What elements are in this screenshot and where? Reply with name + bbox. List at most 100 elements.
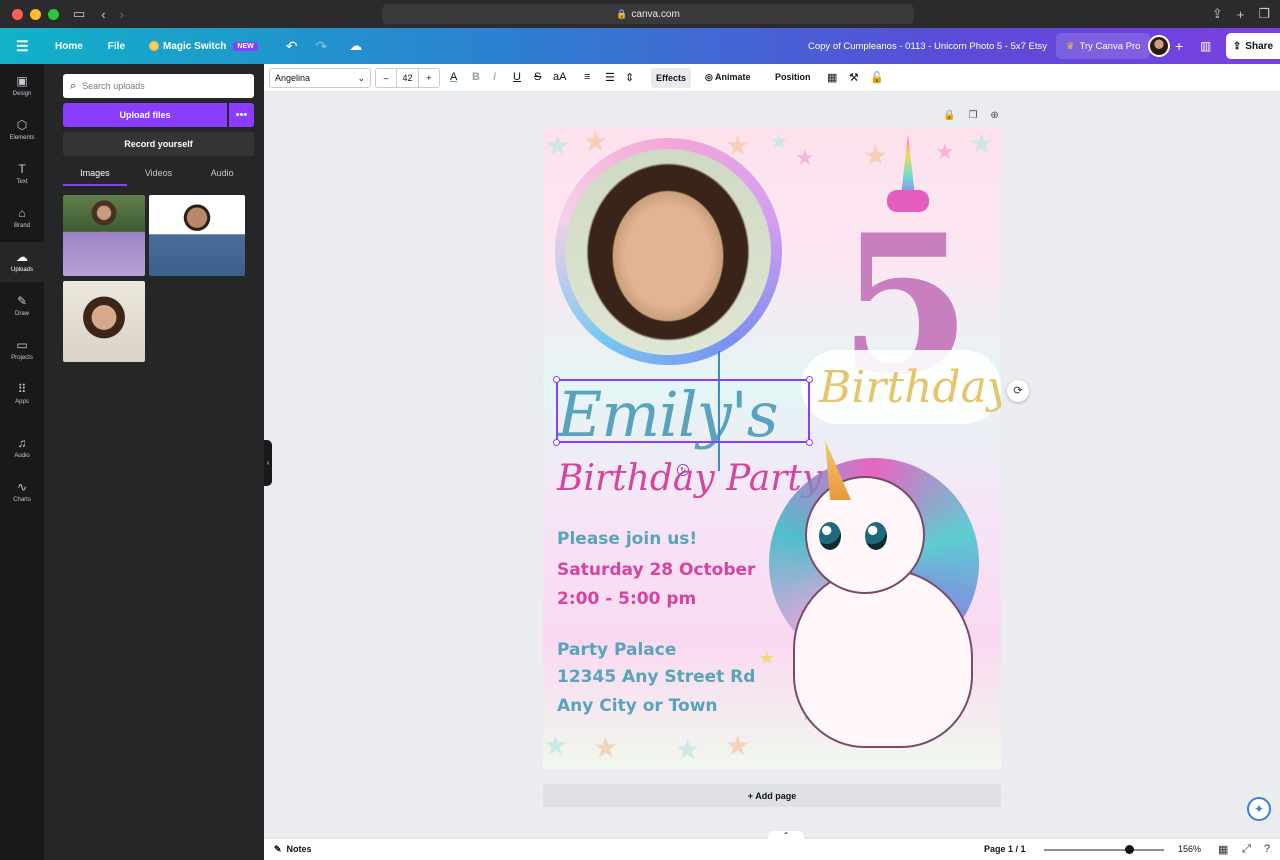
document-title[interactable]: Copy of Cumpleanos - 0113 - Unicorn Phot… [808, 41, 1047, 52]
zoom-value[interactable]: 156% [1178, 844, 1201, 854]
resize-handle[interactable] [806, 439, 813, 446]
undo-icon[interactable]: ↶ [286, 38, 298, 55]
share-button[interactable]: ⇪ Share [1226, 33, 1280, 59]
rail-item-apps[interactable]: ⠿ Apps [0, 374, 44, 414]
zoom-slider[interactable] [1044, 849, 1164, 851]
new-tab-icon[interactable]: + [1237, 7, 1245, 22]
page-indicator[interactable]: Page 1 / 1 [984, 844, 1026, 854]
list-icon[interactable]: ☰ [605, 71, 615, 84]
girl-portrait-photo[interactable] [565, 149, 771, 355]
notes-button[interactable]: ✎ Notes [274, 844, 312, 855]
spacing-icon[interactable]: ⇕ [625, 71, 634, 84]
rail-item-brand[interactable]: ⌂ Brand [0, 198, 44, 238]
back-icon[interactable]: ‹ [101, 7, 105, 22]
insights-icon[interactable]: ▥ [1200, 39, 1211, 53]
resize-handle[interactable] [806, 376, 813, 383]
home-link[interactable]: Home [55, 41, 83, 52]
rail-item-elements[interactable]: ⬡ Elements [0, 110, 44, 150]
upload-thumbnail-girl-portrait[interactable] [63, 281, 145, 362]
star-decoration: ★ [969, 128, 995, 159]
lock-icon[interactable]: 🔓 [870, 71, 884, 84]
transparency-icon[interactable]: ▦ [827, 71, 837, 84]
regenerate-icon[interactable]: ⟳ [1007, 380, 1029, 402]
cloud-save-icon[interactable]: ☁ [349, 38, 362, 54]
upload-thumbnail-girl-purple-dress[interactable] [63, 195, 145, 276]
decrease-size-button[interactable]: – [376, 73, 396, 83]
expand-pages-icon[interactable]: ⌃ [768, 831, 804, 841]
strikethrough-icon[interactable]: S [534, 71, 541, 83]
duplicate-page-icon[interactable]: ❐ [968, 110, 977, 121]
birthday-gold-text[interactable]: Birthday [819, 362, 1001, 413]
invite-line-city[interactable]: Any City or Town [557, 696, 718, 716]
rail-item-text[interactable]: T Text [0, 154, 44, 194]
forward-icon[interactable]: › [120, 7, 124, 22]
animate-button[interactable]: ◎ Animate [705, 72, 751, 83]
rail-item-projects[interactable]: ▭ Projects [0, 330, 44, 370]
fullscreen-icon[interactable]: ⤢ [1242, 843, 1251, 856]
tab-audio[interactable]: Audio [190, 164, 254, 186]
letter-case-icon[interactable]: aA [553, 71, 566, 83]
align-left-icon[interactable]: ≡ [584, 71, 590, 83]
share-page-icon[interactable]: ⇪ [1212, 6, 1223, 22]
effects-button[interactable]: Effects [651, 68, 692, 88]
tab-videos[interactable]: Videos [127, 164, 191, 186]
add-page-icon[interactable]: ⊕ [990, 110, 998, 121]
bold-icon[interactable]: B [472, 71, 480, 83]
style-paint-icon[interactable]: ⚒ [849, 71, 859, 84]
notes-icon: ✎ [274, 844, 282, 854]
underline-icon[interactable]: U [513, 71, 521, 83]
tab-overview-icon[interactable]: ❐ [1258, 6, 1270, 22]
unicorn-eye [819, 522, 841, 550]
rail-item-uploads[interactable]: ☁ Uploads [0, 242, 44, 282]
help-icon[interactable]: ? [1264, 843, 1270, 855]
invite-line-street[interactable]: 12345 Any Street Rd [557, 667, 755, 687]
lock-page-icon[interactable]: 🔒 [943, 110, 955, 121]
record-yourself-button[interactable]: Record yourself [63, 132, 254, 156]
browser-actions: ⇪ + ❐ [1212, 0, 1280, 28]
search-uploads-field[interactable]: ⌕ Search uploads [63, 74, 254, 98]
party-title-text[interactable]: Birthday Party [557, 458, 822, 499]
add-collaborator-icon[interactable]: + [1175, 38, 1183, 54]
grid-view-icon[interactable]: ▦ [1218, 843, 1228, 856]
increase-size-button[interactable]: + [419, 73, 439, 83]
maximize-window-button[interactable] [48, 8, 59, 20]
collapse-panel-handle[interactable]: ‹ [264, 440, 272, 486]
resize-handle[interactable] [553, 376, 560, 383]
rail-item-design[interactable]: ▣ Design [0, 66, 44, 106]
tab-images[interactable]: Images [63, 164, 127, 186]
add-page-button[interactable]: + Add page [543, 784, 1001, 807]
address-bar[interactable]: 🔒 canva.com [382, 4, 914, 24]
user-avatar[interactable] [1148, 35, 1170, 57]
file-menu[interactable]: File [108, 41, 125, 52]
magic-switch-button[interactable]: Magic Switch NEW [149, 41, 258, 52]
invite-line-date[interactable]: Saturday 28 October [557, 560, 755, 580]
selection-box[interactable] [553, 376, 813, 446]
rail-item-draw[interactable]: ✎ Draw [0, 286, 44, 326]
upload-thumbnail-boy-thumbs-up[interactable] [149, 195, 245, 276]
rail-item-charts[interactable]: ∿ Charts [0, 472, 44, 512]
resize-handle[interactable] [553, 439, 560, 446]
design-icon: ▣ [16, 74, 28, 88]
position-button[interactable]: Position [775, 72, 811, 82]
font-family-dropdown[interactable]: Angelina ⌄ [269, 68, 371, 88]
font-size-input[interactable]: 42 [396, 69, 419, 87]
design-page[interactable]: ★ ★ ★ ★ ★ ★ ★ ★ ★ ★ ★ ★ ★ ★ 5 Birthday E… [543, 128, 1001, 769]
more-options-icon[interactable]: ••• [229, 103, 254, 127]
rail-item-audio[interactable]: ♫ Audio [0, 428, 44, 468]
minimize-window-button[interactable] [30, 8, 41, 20]
invite-line-join[interactable]: Please join us! [557, 529, 697, 549]
invite-line-time[interactable]: 2:00 - 5:00 pm [557, 589, 696, 609]
zoom-slider-thumb[interactable] [1125, 845, 1134, 854]
magic-assistant-icon[interactable]: ✦ [1247, 797, 1271, 821]
menu-icon[interactable]: ☰ [16, 38, 30, 55]
star-decoration: ★ [543, 730, 569, 761]
text-color-icon[interactable]: A [450, 71, 457, 83]
close-window-button[interactable] [12, 8, 23, 20]
redo-icon[interactable]: ↷ [315, 38, 327, 55]
sidebar-toggle-icon[interactable]: ▭ [73, 6, 85, 22]
upload-files-button[interactable]: Upload files [63, 103, 227, 127]
try-canva-pro-button[interactable]: ♛ Try Canva Pro [1056, 33, 1151, 59]
italic-icon[interactable]: I [493, 71, 496, 83]
invite-line-venue[interactable]: Party Palace [557, 640, 676, 660]
rail-label: Projects [11, 355, 33, 361]
